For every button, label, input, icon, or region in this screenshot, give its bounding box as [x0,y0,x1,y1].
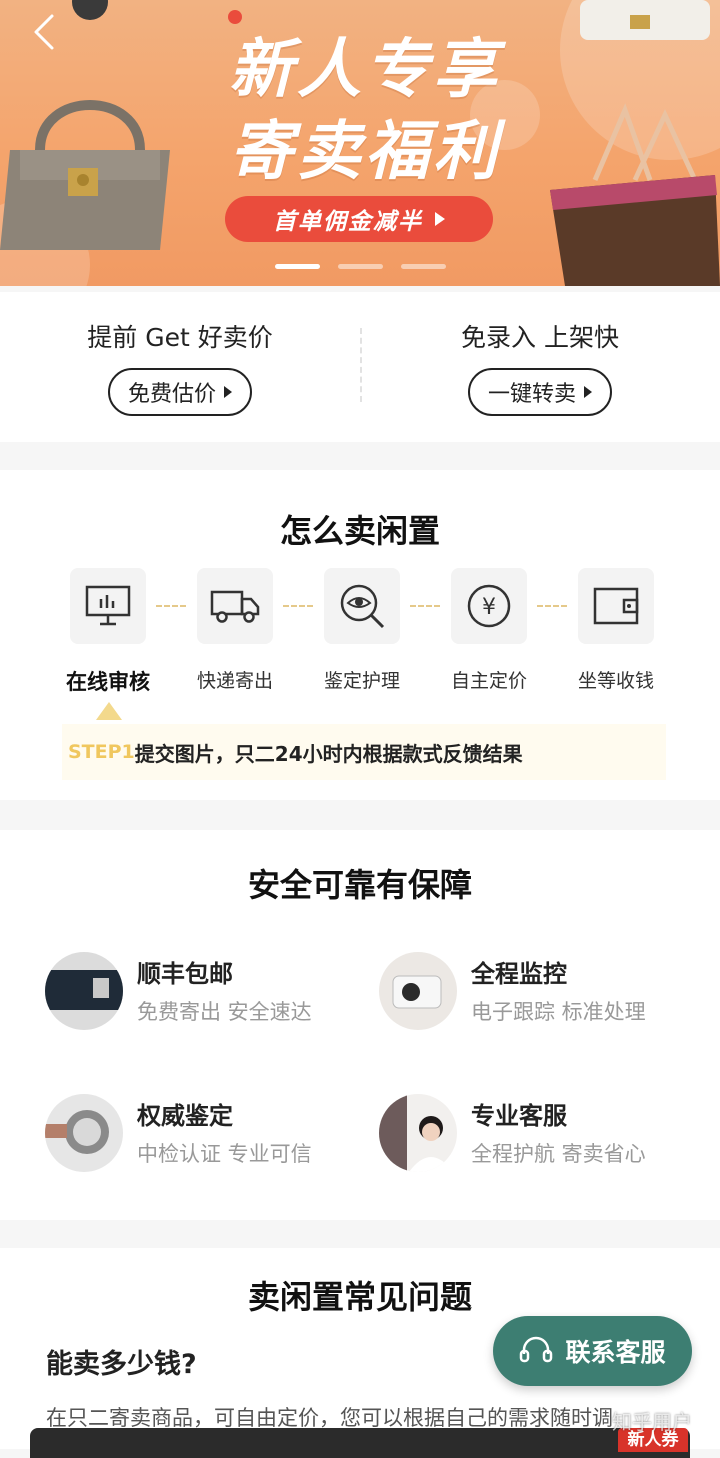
customer-service-photo [379,1094,457,1172]
free-estimate-button[interactable]: 免费估价 [107,368,252,416]
quick-resell: 免录入 上架快 一键转卖 [360,292,720,442]
carousel-indicator [275,264,446,269]
section-title: 安全可靠有保障 [247,866,472,904]
feature-free-shipping: 顺丰包邮 免费寄出 安全速达 [45,952,365,1032]
authentication-photo [45,1094,123,1172]
feature-desc: 电子跟踪 标准处理 [471,1000,646,1024]
monitor-icon [70,568,146,644]
step-pricing[interactable]: ¥ 自主定价 [434,568,544,693]
one-click-resell-button[interactable]: 一键转卖 [467,368,612,416]
carousel-dot[interactable] [275,264,320,269]
feature-customer-service: 专业客服 全程护航 寄卖省心 [379,1094,699,1174]
svg-text:¥: ¥ [482,595,496,620]
faq-question[interactable]: 能卖多少钱? [46,1342,197,1381]
step-description: STEP1 提交图片，只二24小时内根据款式反馈结果 [62,724,666,780]
banner-cta-label: 首单佣金减半 [273,209,423,235]
quick-estimate-title: 提前 Get 好卖价 [87,323,273,352]
eye-magnifier-icon [324,568,400,644]
quick-estimate: 提前 Get 好卖价 免费估价 [0,292,360,442]
wallet-icon [578,568,654,644]
quick-resell-title: 免录入 上架快 [461,323,619,352]
camera-photo [379,952,457,1030]
back-button[interactable] [26,12,66,52]
feature-title: 全程监控 [471,960,567,988]
step-label: 坐等收钱 [577,670,654,692]
headset-icon [520,1336,553,1363]
guarantee-section: 安全可靠有保障 顺丰包邮 免费寄出 安全速达 全程监控 电子跟踪 标准处理 权威… [0,830,720,1220]
one-click-resell-label: 一键转卖 [487,382,576,407]
how-to-sell-section: 怎么卖闲置 在线审核 快递寄出 鉴定护理 ¥ 自主定价 坐等收钱 STEP1 提… [0,470,720,800]
banner-cta-button[interactable]: 首单佣金减半 [225,196,493,242]
play-arrow-icon [435,212,445,226]
contact-service-button[interactable]: 联系客服 [493,1316,692,1386]
feature-title: 顺丰包邮 [137,960,233,988]
step-tag: STEP1 [68,741,135,763]
clutch-image [580,0,710,40]
caret-right-icon [224,386,232,398]
step-authenticate[interactable]: 鉴定护理 [307,568,417,693]
quick-actions: 提前 Get 好卖价 免费估价 免录入 上架快 一键转卖 [0,292,720,442]
step-get-paid[interactable]: 坐等收钱 [561,568,671,693]
feature-title: 权威鉴定 [137,1102,233,1130]
banner-title-line2: 寄卖福利 [229,115,501,189]
feature-desc: 全程护航 寄卖省心 [471,1142,646,1166]
step-label: 在线审核 [66,670,150,694]
tote-bag-image [550,103,720,286]
handbag-image [0,100,170,250]
step-label: 快递寄出 [196,670,273,692]
step-label: 鉴定护理 [323,670,400,692]
step-online-review[interactable]: 在线审核 [53,568,163,696]
watermark: 知乎用户 [612,1410,692,1434]
feature-title: 专业客服 [471,1102,567,1130]
section-title: 怎么卖闲置 [279,512,440,550]
free-estimate-label: 免费估价 [127,382,216,407]
contact-service-label: 联系客服 [565,1338,666,1367]
caret-right-icon [584,386,592,398]
feature-desc: 免费寄出 安全速达 [137,1000,312,1024]
step-label: 自主定价 [450,670,527,692]
carousel-dot[interactable] [338,264,383,269]
carousel-dot[interactable] [401,264,446,269]
shipping-photo [45,952,123,1030]
truck-icon [197,568,273,644]
chevron-left-icon [34,14,54,50]
step-pointer [96,702,122,720]
feature-authentication: 权威鉴定 中检认证 专业可信 [45,1094,365,1174]
banner-title-line1: 新人专享 [229,33,501,107]
bottom-bar [30,1428,690,1458]
feature-monitoring: 全程监控 电子跟踪 标准处理 [379,952,699,1032]
yen-icon: ¥ [451,568,527,644]
section-title: 卖闲置常见问题 [247,1278,472,1316]
bag-handle-image [72,0,108,20]
step-desc-text: 提交图片，只二24小时内根据款式反馈结果 [134,741,523,766]
promo-banner[interactable]: 新人专享 寄卖福利 首单佣金减半 [0,0,720,286]
step-express-ship[interactable]: 快递寄出 [180,568,290,693]
feature-desc: 中检认证 专业可信 [137,1142,312,1166]
steps-row: 在线审核 快递寄出 鉴定护理 ¥ 自主定价 坐等收钱 [0,568,720,698]
